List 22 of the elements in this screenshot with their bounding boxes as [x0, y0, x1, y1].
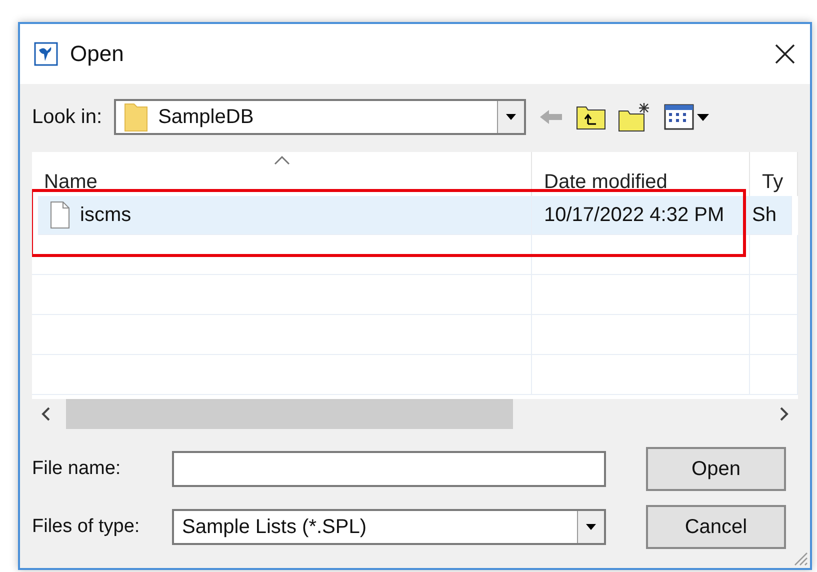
- close-icon[interactable]: [774, 43, 796, 65]
- file-type-label: Files of type:: [32, 516, 141, 538]
- type-cell: Sh: [752, 204, 776, 226]
- open-button[interactable]: Open: [646, 447, 786, 491]
- look-in-label: Look in:: [32, 106, 102, 128]
- file-icon: [50, 201, 70, 229]
- folder-icon: [124, 101, 148, 133]
- date-cell: 10/17/2022 4:32 PM: [544, 204, 724, 226]
- file-type-dropdown[interactable]: Sample Lists (*.SPL): [172, 509, 606, 545]
- look-in-dropdown[interactable]: SampleDB: [114, 99, 526, 135]
- scroll-right-icon[interactable]: [778, 406, 790, 422]
- window-title: Open: [70, 41, 125, 67]
- app-icon: [34, 42, 58, 66]
- file-name-label: File name:: [32, 458, 122, 480]
- file-row[interactable]: iscms 10/17/2022 4:32 PM Sh: [38, 196, 792, 235]
- up-folder-icon[interactable]: [576, 104, 606, 130]
- file-name-cell: iscms: [80, 204, 132, 226]
- file-name-field[interactable]: [172, 451, 606, 487]
- cancel-button[interactable]: Cancel: [646, 505, 786, 549]
- scroll-thumb[interactable]: [66, 399, 513, 429]
- scroll-left-icon[interactable]: [40, 406, 52, 422]
- resize-grip-icon[interactable]: [792, 550, 808, 566]
